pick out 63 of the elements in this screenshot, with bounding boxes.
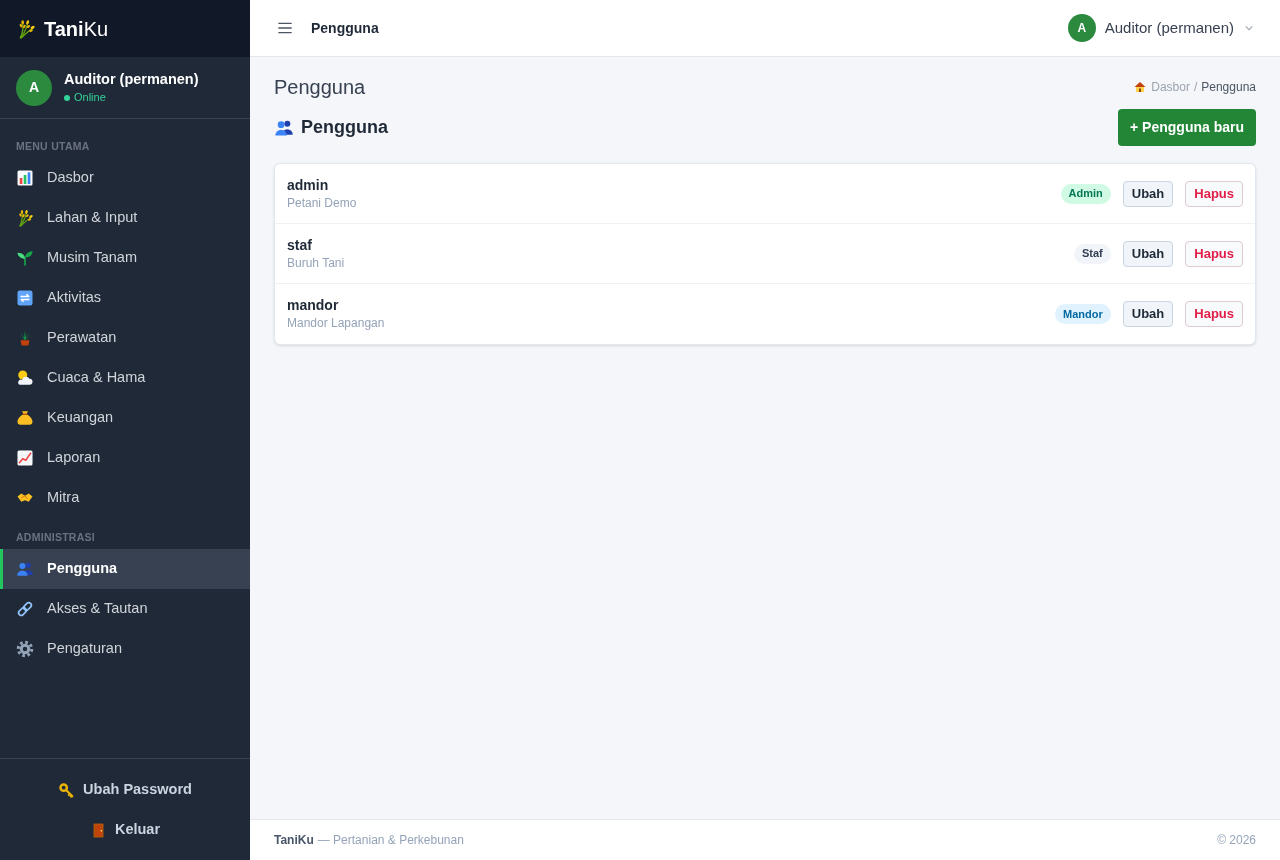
sidebar-item[interactable]: Aktivitas [0, 278, 250, 318]
menu-icon [277, 20, 293, 36]
breadcrumb-separator: / [1193, 79, 1198, 96]
sidebar-item[interactable]: Pengguna [0, 549, 250, 589]
sidebar-item[interactable]: Pengaturan [0, 629, 250, 669]
menu-button[interactable] [277, 20, 293, 36]
username: staf [287, 236, 313, 254]
chevron-down-icon [1244, 23, 1254, 33]
sidebar-item[interactable]: Akses & Tautan [0, 589, 250, 629]
page-title: Pengguna [274, 75, 366, 100]
logout-button[interactable]: Keluar [0, 810, 250, 850]
user-avatar: A [1067, 14, 1096, 42]
line-chart-icon [16, 449, 34, 467]
link-icon [16, 600, 34, 618]
user-full-name: Mandor Lapangan [287, 316, 385, 331]
bar-chart-icon [16, 169, 34, 187]
sidebar-item[interactable]: Musim Tanam [0, 238, 250, 278]
sidebar-item[interactable]: Mitra [0, 478, 250, 518]
seedling-icon [16, 249, 34, 267]
users-icon [16, 560, 34, 578]
footer-tagline: — Pertanian & Perkebunan [317, 832, 464, 849]
copyright-text: © 2026 [1217, 832, 1256, 849]
section-label: MENU UTAMA [15, 139, 91, 153]
new-user-button[interactable]: + Pengguna baru [1118, 109, 1256, 146]
cycle-arrows-icon [16, 289, 34, 307]
username: mandor [287, 297, 340, 314]
footer-brand: TaniKu [274, 832, 314, 849]
user-menu[interactable]: A Auditor (permanen) [1067, 14, 1254, 42]
home-icon [1134, 81, 1147, 93]
username: admin [287, 176, 330, 194]
settings-icon [16, 640, 34, 658]
section-label: ADMINISTRASI [15, 530, 96, 544]
user-avatar: A [16, 69, 52, 106]
user-name: Auditor (permanen) [64, 71, 199, 88]
role-badge: Admin [1060, 183, 1111, 204]
edit-button[interactable]: Ubah [1122, 301, 1174, 327]
key-icon [58, 781, 76, 799]
brand-logo-text: TaniKu [44, 18, 109, 39]
delete-button[interactable]: Hapus [1185, 240, 1243, 267]
sidebar-item[interactable]: Cuaca & Hama [0, 358, 250, 398]
change-password-button[interactable]: Ubah Password [0, 770, 250, 810]
grain-stalk-icon [16, 209, 34, 227]
delete-button[interactable]: Hapus [1185, 180, 1243, 207]
edit-button[interactable]: Ubah [1122, 240, 1174, 267]
sidebar-item[interactable]: Laporan [0, 438, 250, 478]
money-bag-icon [16, 409, 34, 427]
delete-button[interactable]: Hapus [1185, 301, 1243, 327]
page-heading: Pengguna [311, 18, 379, 38]
user-full-name: Buruh Tani [287, 255, 345, 271]
sidebar-item[interactable]: Keuangan [0, 398, 250, 438]
sidebar-item[interactable]: Perawatan [0, 318, 250, 358]
user-name: Auditor (permanen) [1104, 17, 1234, 38]
role-badge: Mandor [1055, 304, 1111, 324]
role-badge: Staf [1074, 243, 1111, 264]
user-full-name: Petani Demo [287, 195, 357, 211]
user-status: Online [74, 91, 106, 104]
edit-button[interactable]: Ubah [1122, 180, 1174, 207]
sidebar-item[interactable]: Dasbor [0, 158, 250, 198]
status-dot-icon [64, 94, 70, 101]
breadcrumb-current: Pengguna [1201, 79, 1256, 96]
section-title: Pengguna [301, 116, 388, 139]
sidebar-item[interactable]: Lahan & Input [0, 198, 250, 238]
sun-cloud-icon [16, 369, 34, 387]
